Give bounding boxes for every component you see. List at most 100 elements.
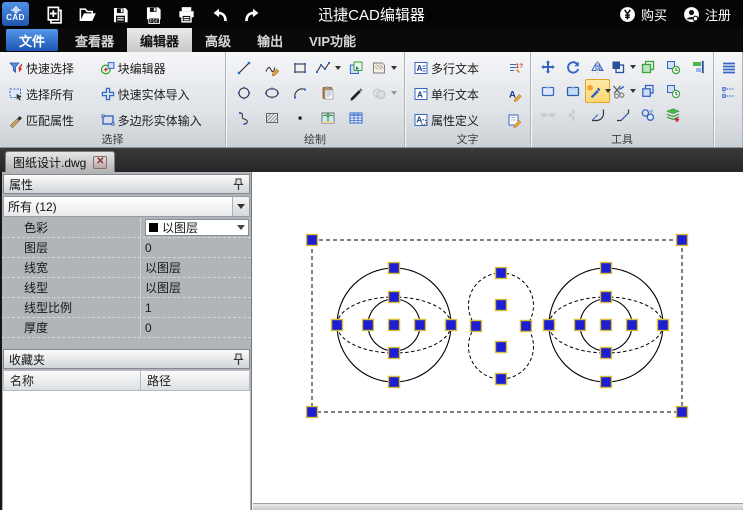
tab-close-button[interactable]: ✕: [93, 156, 107, 169]
fillet-tool[interactable]: [585, 103, 610, 127]
polygon-entity-tool[interactable]: 多边形实体输入: [96, 108, 223, 133]
grip-handle[interactable]: [601, 377, 612, 388]
image-tool[interactable]: [314, 105, 342, 130]
layers-add-tool[interactable]: [660, 103, 685, 127]
quick-select-tool[interactable]: 快速选择: [4, 56, 96, 81]
color-value-dropdown[interactable]: 以图层: [145, 219, 249, 236]
property-value-linetype-scale[interactable]: 1: [140, 298, 251, 317]
circle-tool[interactable]: [230, 80, 258, 105]
open-file-button[interactable]: [74, 2, 100, 26]
print-button[interactable]: [173, 2, 199, 26]
menu-tab-editor[interactable]: 编辑器: [127, 28, 192, 52]
mirror-tool[interactable]: [585, 55, 610, 79]
grip-handle[interactable]: [496, 268, 507, 279]
layer-stack-tool[interactable]: [718, 55, 740, 80]
grip-handle[interactable]: [575, 320, 586, 331]
grip-handle[interactable]: [496, 374, 507, 385]
paste-block-tool[interactable]: [314, 80, 342, 105]
grip-handle[interactable]: [415, 320, 426, 331]
grip-handle[interactable]: [496, 342, 507, 353]
grip-handle[interactable]: [389, 320, 400, 331]
save-button[interactable]: [107, 2, 133, 26]
table-tool[interactable]: [342, 105, 370, 130]
property-value-linetype[interactable]: 以图层: [140, 278, 251, 297]
favorites-list[interactable]: [3, 391, 250, 510]
grip-handle[interactable]: [332, 320, 343, 331]
stext-tool[interactable]: A单行文本: [409, 82, 499, 107]
property-value-lineweight[interactable]: 以图层: [140, 258, 251, 277]
rect-tool-alt-tool[interactable]: [560, 79, 585, 103]
app-logo[interactable]: CAD: [2, 2, 29, 26]
purchase-button[interactable]: 购买: [619, 5, 667, 24]
grip-handle[interactable]: [307, 407, 318, 418]
grip-handle[interactable]: [521, 321, 532, 332]
text-edit-tool[interactable]: A: [499, 82, 527, 107]
pin-icon[interactable]: [233, 353, 244, 366]
grip-handle[interactable]: [601, 348, 612, 359]
attr-def-tool[interactable]: A属性定义: [409, 108, 499, 133]
chamfer-tool[interactable]: [610, 103, 635, 127]
attr-edit-tool[interactable]: [499, 108, 527, 133]
hatch-box-tool[interactable]: [258, 105, 286, 130]
dropdown-arrow-icon[interactable]: [237, 225, 245, 230]
menu-tab-output[interactable]: 输出: [244, 28, 296, 52]
favorites-column-path[interactable]: 路径: [141, 370, 250, 391]
dropdown-arrow-icon[interactable]: [232, 197, 249, 216]
entity-import-tool[interactable]: 快速实体导入: [96, 82, 223, 107]
pin-icon[interactable]: [233, 178, 244, 191]
grip-handle[interactable]: [363, 320, 374, 331]
arc-tool[interactable]: [286, 80, 314, 105]
align-tool[interactable]: [685, 55, 710, 79]
array-tool[interactable]: [610, 55, 635, 79]
menu-tab-advanced[interactable]: 高级: [192, 28, 244, 52]
grip-handle[interactable]: [601, 292, 612, 303]
grip-handle[interactable]: [658, 320, 669, 331]
redo-button[interactable]: [239, 2, 265, 26]
copy-rotate-tool[interactable]: [660, 55, 685, 79]
select-all-tool[interactable]: 选择所有: [4, 82, 96, 107]
line-tool[interactable]: [230, 55, 258, 80]
menu-tab-viewer[interactable]: 查看器: [62, 28, 127, 52]
grip-handle[interactable]: [496, 300, 507, 311]
polyline-tool[interactable]: [314, 55, 342, 80]
text-number-tool[interactable]: 1?: [499, 56, 527, 81]
layer-tree-tool[interactable]: [718, 80, 740, 105]
copy-object-alt-tool[interactable]: [635, 79, 660, 103]
move-tool[interactable]: [535, 55, 560, 79]
drawing-svg[interactable]: [253, 172, 743, 510]
grip-handle[interactable]: [389, 348, 400, 359]
point-tool[interactable]: [286, 105, 314, 130]
property-value-layer[interactable]: 0: [140, 238, 251, 257]
property-value-color[interactable]: 以图层: [140, 218, 251, 237]
document-tab[interactable]: 图纸设计.dwg ✕: [5, 151, 115, 172]
menu-tab-vip-features[interactable]: VIP功能: [296, 28, 369, 52]
grip-handle[interactable]: [677, 235, 688, 246]
menu-tab-file[interactable]: 文件: [6, 29, 58, 51]
sketch-tool[interactable]: [258, 55, 286, 80]
grip-handle[interactable]: [389, 292, 400, 303]
trim-tool[interactable]: [610, 79, 635, 103]
rotate-tool[interactable]: [560, 55, 585, 79]
undo-button[interactable]: [206, 2, 232, 26]
save-as-pdf-button[interactable]: PDF: [140, 2, 166, 26]
register-button[interactable]: 注册: [683, 5, 731, 24]
grip-handle[interactable]: [446, 320, 457, 331]
erase-tool[interactable]: [585, 79, 610, 103]
ellipse-tool[interactable]: [258, 80, 286, 105]
grip-handle[interactable]: [544, 320, 555, 331]
grip-handle[interactable]: [601, 320, 612, 331]
grip-handle[interactable]: [601, 263, 612, 274]
dropdown-caret-icon[interactable]: [391, 66, 397, 70]
insert-block-tool[interactable]: [342, 55, 370, 80]
properties-filter-dropdown[interactable]: 所有 (12): [3, 196, 250, 217]
spline-tool[interactable]: [230, 105, 258, 130]
grip-handle[interactable]: [307, 235, 318, 246]
dropdown-caret-icon[interactable]: [391, 91, 397, 95]
block-editor-tool[interactable]: 块编辑器: [96, 56, 223, 81]
grip-handle[interactable]: [389, 263, 400, 274]
copy-object-tool[interactable]: [635, 55, 660, 79]
dropdown-caret-icon[interactable]: [335, 66, 341, 70]
grip-handle[interactable]: [471, 321, 482, 332]
pen-tool[interactable]: [342, 80, 370, 105]
canvas-horizontal-scrollbar[interactable]: [253, 503, 743, 510]
